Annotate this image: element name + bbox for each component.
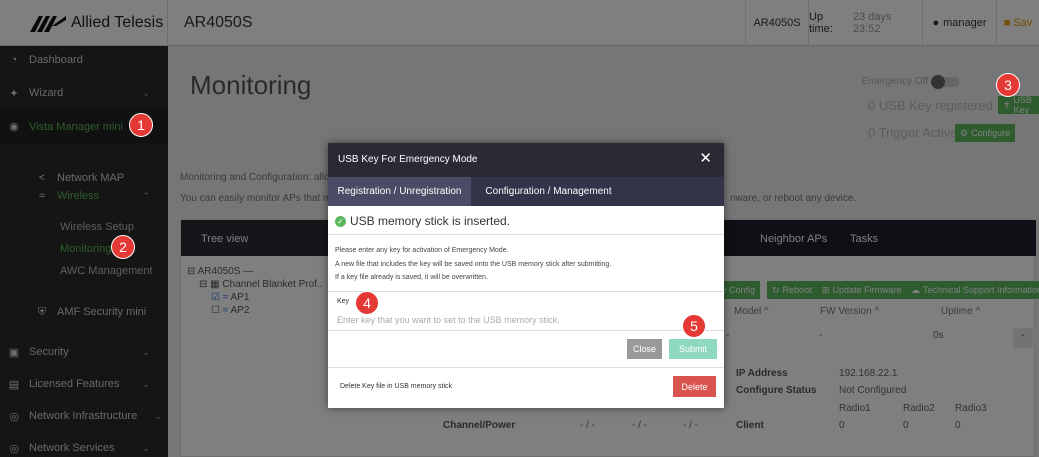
usb-status-text: USB memory stick is inserted. xyxy=(350,214,511,228)
modal-tabs: Registration / Unregistration Configurat… xyxy=(328,177,724,206)
delete-button[interactable]: Delete xyxy=(673,376,716,397)
check-circle-icon: ✓ xyxy=(335,215,346,227)
tab-registration[interactable]: Registration / Unregistration xyxy=(328,177,471,206)
callout-badge-2: 2 xyxy=(111,235,135,259)
callout-badge-3: 3 xyxy=(996,73,1020,97)
instruction-line: If a key file already is saved, it will … xyxy=(335,274,488,281)
divider xyxy=(328,367,724,368)
key-label: Key xyxy=(337,298,350,305)
delete-key-label: Delete Key file in USB memory stick xyxy=(340,383,453,390)
close-icon[interactable]: ✕ xyxy=(699,149,712,167)
callout-badge-5: 5 xyxy=(682,314,706,338)
instruction-line: Please enter any key for activation of E… xyxy=(335,247,509,254)
usb-status-message: ✓ USB memory stick is inserted. xyxy=(335,214,510,228)
callout-badge-1: 1 xyxy=(129,113,153,137)
divider xyxy=(328,234,724,235)
modal-title: USB Key For Emergency Mode xyxy=(338,154,478,165)
usb-key-modal: USB Key For Emergency Mode ✕ Registratio… xyxy=(328,143,724,408)
callout-badge-4: 4 xyxy=(355,291,379,315)
instruction-line: A new file that includes the key will be… xyxy=(335,261,612,268)
close-button[interactable]: Close xyxy=(627,339,662,359)
divider xyxy=(328,291,724,292)
modal-header: USB Key For Emergency Mode ✕ xyxy=(328,143,724,177)
divider xyxy=(328,330,724,331)
submit-button[interactable]: Submit xyxy=(669,339,717,359)
tab-configuration[interactable]: Configuration / Management xyxy=(471,177,626,206)
key-input[interactable] xyxy=(337,313,707,327)
